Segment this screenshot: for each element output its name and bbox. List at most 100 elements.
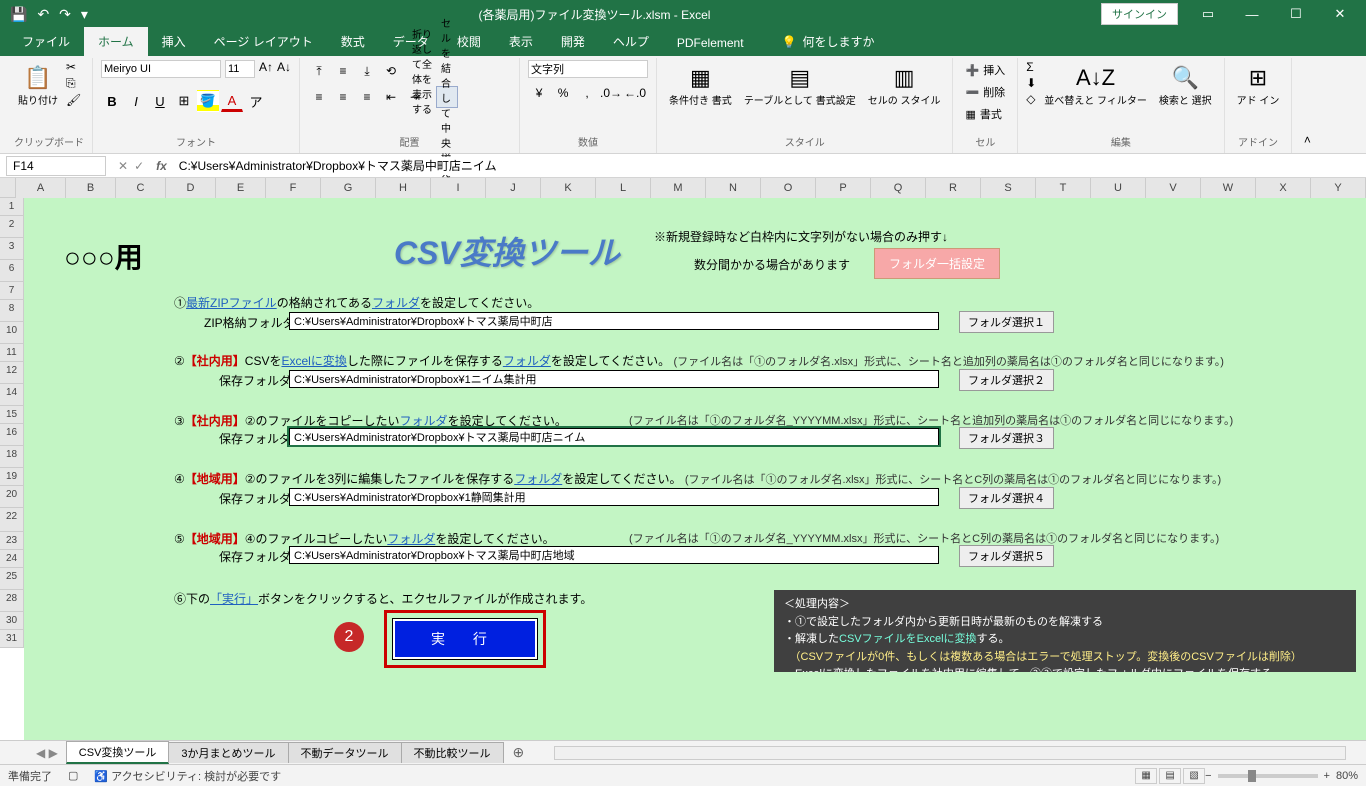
- cell-styles-button[interactable]: ▥セルの スタイル: [864, 60, 945, 110]
- save-folder-4-input[interactable]: [289, 488, 939, 506]
- tab-home[interactable]: ホーム: [84, 27, 148, 56]
- align-right-icon[interactable]: ≡: [356, 86, 378, 108]
- maximize-icon[interactable]: ☐: [1274, 0, 1318, 28]
- phonetic-icon[interactable]: ア: [245, 90, 267, 112]
- col-header-B[interactable]: B: [66, 178, 116, 199]
- underline-icon[interactable]: U: [149, 90, 171, 112]
- col-header-P[interactable]: P: [816, 178, 871, 199]
- collapse-ribbon-icon[interactable]: ˄: [1292, 58, 1322, 153]
- row-header-22[interactable]: 22: [0, 508, 24, 532]
- autosum-icon[interactable]: Σ: [1026, 60, 1036, 74]
- align-left-icon[interactable]: ≡: [308, 86, 330, 108]
- tab-help[interactable]: ヘルプ: [599, 27, 663, 56]
- row-header-31[interactable]: 31: [0, 630, 24, 648]
- sheet-tab-csv[interactable]: CSV変換ツール: [66, 741, 170, 764]
- run-button[interactable]: 実 行: [393, 619, 537, 659]
- sheet-content[interactable]: ○○○用 CSV変換ツール ※新規登録時など白枠内に文字列がない場合のみ押す↓ …: [24, 198, 1366, 740]
- sheet-tab-fudou-compare[interactable]: 不動比較ツール: [401, 742, 504, 763]
- macro-rec-icon[interactable]: ▢: [68, 769, 78, 782]
- fx-icon[interactable]: fx: [150, 159, 173, 173]
- col-header-X[interactable]: X: [1256, 178, 1311, 199]
- folder-select-4-button[interactable]: フォルダ選択４: [959, 487, 1054, 509]
- indent-decrease-icon[interactable]: ⇤: [380, 86, 402, 108]
- currency-icon[interactable]: ¥: [528, 82, 550, 104]
- row-header-10[interactable]: 10: [0, 322, 24, 344]
- decrease-font-icon[interactable]: A↓: [277, 60, 291, 78]
- col-header-N[interactable]: N: [706, 178, 761, 199]
- row-header-15[interactable]: 15: [0, 406, 24, 424]
- col-header-Q[interactable]: Q: [871, 178, 926, 199]
- number-format-select[interactable]: [528, 60, 648, 78]
- qat-customize-icon[interactable]: ▾: [81, 6, 88, 23]
- border-icon[interactable]: ⊞: [173, 90, 195, 112]
- select-all-button[interactable]: [0, 178, 16, 198]
- col-header-F[interactable]: F: [266, 178, 321, 199]
- col-header-A[interactable]: A: [16, 178, 66, 199]
- col-header-H[interactable]: H: [376, 178, 431, 199]
- format-painter-icon[interactable]: 🖌: [66, 93, 81, 107]
- signin-button[interactable]: サインイン: [1101, 3, 1178, 25]
- folder-select-2-button[interactable]: フォルダ選択２: [959, 369, 1054, 391]
- close-icon[interactable]: ✕: [1318, 0, 1362, 28]
- page-layout-view-icon[interactable]: ▤: [1159, 768, 1181, 784]
- minimize-icon[interactable]: —: [1230, 0, 1274, 28]
- italic-icon[interactable]: I: [125, 90, 147, 112]
- row-header-2[interactable]: 2: [0, 216, 24, 238]
- font-size-input[interactable]: [225, 60, 255, 78]
- row-header-25[interactable]: 25: [0, 568, 24, 590]
- fill-icon[interactable]: ⬇: [1026, 76, 1036, 90]
- tab-insert[interactable]: 挿入: [148, 27, 200, 56]
- increase-decimal-icon[interactable]: .0→: [600, 82, 622, 104]
- row-header-3[interactable]: 3: [0, 238, 24, 260]
- folder-batch-button[interactable]: フォルダ一括設定: [874, 248, 1000, 279]
- row-header-16[interactable]: 16: [0, 424, 24, 446]
- folder-select-5-button[interactable]: フォルダ選択５: [959, 545, 1054, 567]
- col-header-T[interactable]: T: [1036, 178, 1091, 199]
- paste-button[interactable]: 📋 貼り付け: [14, 60, 62, 110]
- col-header-M[interactable]: M: [651, 178, 706, 199]
- increase-font-icon[interactable]: A↑: [259, 60, 273, 78]
- decrease-decimal-icon[interactable]: ←.0: [624, 82, 646, 104]
- row-header-8[interactable]: 8: [0, 300, 24, 322]
- zoom-in-icon[interactable]: +: [1324, 770, 1330, 782]
- zip-folder-input[interactable]: [289, 312, 939, 330]
- col-header-Y[interactable]: Y: [1311, 178, 1366, 199]
- sheet-tab-3month[interactable]: 3か月まとめツール: [168, 742, 288, 763]
- fill-color-icon[interactable]: 🪣: [197, 90, 219, 112]
- save-folder-5-input[interactable]: [289, 546, 939, 564]
- zoom-slider[interactable]: [1218, 774, 1318, 778]
- bold-icon[interactable]: B: [101, 90, 123, 112]
- col-header-V[interactable]: V: [1146, 178, 1201, 199]
- save-folder-2-input[interactable]: [289, 370, 939, 388]
- tab-pdfelement[interactable]: PDFelement: [663, 30, 758, 56]
- sheet-nav-arrows[interactable]: ◀ ▶: [28, 746, 66, 760]
- row-header-19[interactable]: 19: [0, 468, 24, 486]
- col-header-W[interactable]: W: [1201, 178, 1256, 199]
- align-center-icon[interactable]: ≡: [332, 86, 354, 108]
- percent-icon[interactable]: %: [552, 82, 574, 104]
- row-header-23[interactable]: 23: [0, 532, 24, 550]
- font-name-input[interactable]: [101, 60, 221, 78]
- delete-cells-button[interactable]: ➖削除: [961, 82, 1009, 102]
- tab-page-layout[interactable]: ページ レイアウト: [200, 27, 327, 56]
- row-header-6[interactable]: 6: [0, 260, 24, 282]
- accessibility-status[interactable]: ♿ アクセシビリティ: 検討が必要です: [94, 768, 281, 784]
- tab-developer[interactable]: 開発: [547, 27, 599, 56]
- font-color-icon[interactable]: A: [221, 90, 243, 112]
- row-header-30[interactable]: 30: [0, 612, 24, 630]
- row-header-12[interactable]: 12: [0, 362, 24, 384]
- conditional-format-button[interactable]: ▦条件付き 書式: [665, 60, 736, 110]
- format-cells-button[interactable]: ▦書式: [961, 104, 1009, 124]
- col-header-L[interactable]: L: [596, 178, 651, 199]
- tab-view[interactable]: 表示: [495, 27, 547, 56]
- col-header-K[interactable]: K: [541, 178, 596, 199]
- cut-icon[interactable]: ✂: [66, 60, 81, 74]
- format-as-table-button[interactable]: ▤テーブルとして 書式設定: [740, 60, 860, 110]
- col-header-R[interactable]: R: [926, 178, 981, 199]
- indent-increase-icon[interactable]: ⇥: [404, 86, 426, 108]
- col-header-O[interactable]: O: [761, 178, 816, 199]
- formula-input[interactable]: [173, 157, 1366, 175]
- sort-filter-button[interactable]: A↓Z並べ替えと フィルター: [1040, 60, 1151, 110]
- insert-cells-button[interactable]: ➕挿入: [961, 60, 1009, 80]
- add-sheet-button[interactable]: ⊕: [503, 744, 535, 761]
